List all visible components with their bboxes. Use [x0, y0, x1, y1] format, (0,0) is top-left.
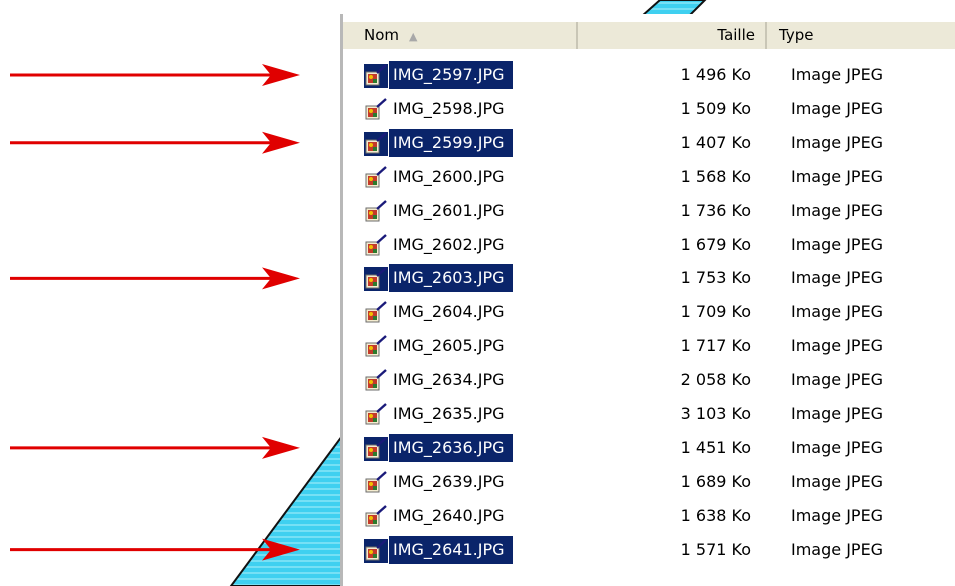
- file-type: Image JPEG: [791, 268, 884, 288]
- file-type: Image JPEG: [791, 234, 884, 254]
- file-size: 1 407 Ko: [680, 132, 751, 152]
- jpeg-file-icon: [364, 131, 388, 156]
- column-header-name[interactable]: Nom ▲: [343, 22, 578, 49]
- jpeg-file-icon: [364, 199, 388, 224]
- file-name[interactable]: IMG_2640.JPG: [389, 502, 513, 530]
- file-row[interactable]: IMG_2603.JPG 1 753 Ko Image JPEG: [343, 261, 955, 295]
- jpeg-file-icon: [364, 97, 388, 122]
- column-header-size-label: Taille: [717, 26, 755, 44]
- file-row[interactable]: IMG_2598.JPG 1 509 Ko Image JPEG: [343, 92, 955, 126]
- jpeg-file-icon: [364, 233, 388, 258]
- file-row[interactable]: IMG_2639.JPG 1 689 Ko Image JPEG: [343, 465, 955, 499]
- file-row[interactable]: IMG_2634.JPG 2 058 Ko Image JPEG: [343, 363, 955, 397]
- column-header-bar: Nom ▲ Taille Type: [343, 22, 955, 49]
- file-name[interactable]: IMG_2639.JPG: [389, 468, 513, 496]
- red-arrow: [10, 538, 300, 561]
- file-size: 1 451 Ko: [680, 437, 751, 457]
- file-name[interactable]: IMG_2597.JPG: [389, 61, 513, 89]
- file-type: Image JPEG: [791, 65, 884, 84]
- jpeg-file-icon: [364, 436, 388, 461]
- jpeg-file-icon: [364, 369, 388, 393]
- sort-ascending-icon: ▲: [409, 30, 418, 43]
- file-type: Image JPEG: [791, 336, 884, 356]
- file-type: Image JPEG: [791, 200, 884, 220]
- arrow-group: [10, 64, 300, 561]
- file-name[interactable]: IMG_2636.JPG: [389, 433, 513, 462]
- file-row[interactable]: IMG_2605.JPG 1 717 Ko Image JPEG: [343, 329, 955, 363]
- red-arrow: [10, 267, 300, 290]
- file-size: 1 568 Ko: [680, 166, 751, 186]
- red-arrow: [10, 436, 300, 459]
- column-header-name-label: Nom: [364, 26, 400, 44]
- file-type: Image JPEG: [791, 539, 884, 559]
- file-type: Image JPEG: [791, 437, 884, 457]
- file-name[interactable]: IMG_2605.JPG: [389, 332, 513, 360]
- file-row[interactable]: IMG_2641.JPG 1 571 Ko Image JPEG: [343, 533, 955, 567]
- file-row[interactable]: IMG_2599.JPG 1 407 Ko Image JPEG: [343, 126, 955, 160]
- file-size: 1 753 Ko: [680, 268, 751, 288]
- file-size: 2 058 Ko: [680, 370, 751, 390]
- file-type: Image JPEG: [791, 471, 884, 491]
- decorative-stripe: [229, 432, 343, 586]
- file-name[interactable]: IMG_2641.JPG: [389, 535, 513, 564]
- file-type: Image JPEG: [791, 132, 884, 152]
- file-size: 1 571 Ko: [680, 539, 751, 559]
- file-type: Image JPEG: [791, 370, 884, 390]
- jpeg-file-icon: [364, 403, 388, 427]
- file-name[interactable]: IMG_2598.JPG: [389, 95, 513, 123]
- file-name[interactable]: IMG_2635.JPG: [389, 400, 513, 428]
- file-row[interactable]: IMG_2640.JPG 1 638 Ko Image JPEG: [343, 499, 955, 533]
- file-type: Image JPEG: [791, 166, 884, 186]
- file-type: Image JPEG: [791, 302, 884, 322]
- file-size: 1 509 Ko: [680, 98, 751, 118]
- jpeg-file-icon: [364, 538, 388, 563]
- jpeg-file-icon: [364, 470, 388, 495]
- jpeg-file-icon: [364, 165, 388, 190]
- file-name[interactable]: IMG_2599.JPG: [389, 128, 513, 157]
- jpeg-file-icon: [364, 504, 388, 529]
- file-name[interactable]: IMG_2603.JPG: [389, 264, 513, 293]
- file-name[interactable]: IMG_2600.JPG: [389, 163, 513, 191]
- file-name[interactable]: IMG_2604.JPG: [389, 298, 513, 326]
- file-name[interactable]: IMG_2634.JPG: [389, 366, 513, 394]
- file-size: 1 689 Ko: [680, 471, 751, 491]
- file-size: 1 679 Ko: [680, 234, 751, 254]
- file-row[interactable]: IMG_2600.JPG 1 568 Ko Image JPEG: [343, 160, 955, 194]
- jpeg-file-icon: [364, 335, 388, 359]
- file-size: 1 709 Ko: [680, 302, 751, 322]
- file-size: 1 496 Ko: [680, 65, 751, 84]
- file-row[interactable]: IMG_2636.JPG 1 451 Ko Image JPEG: [343, 431, 955, 465]
- file-row[interactable]: IMG_2604.JPG 1 709 Ko Image JPEG: [343, 295, 955, 329]
- file-type: Image JPEG: [791, 404, 884, 423]
- file-size: 1 638 Ko: [680, 505, 751, 525]
- column-header-type[interactable]: Type: [769, 22, 955, 49]
- column-header-type-label: Type: [779, 26, 814, 44]
- file-row[interactable]: IMG_2635.JPG 3 103 Ko Image JPEG: [343, 397, 955, 431]
- file-row[interactable]: IMG_2601.JPG 1 736 Ko Image JPEG: [343, 194, 955, 228]
- red-arrow: [10, 64, 300, 86]
- jpeg-file-icon: [364, 301, 388, 325]
- file-name[interactable]: IMG_2601.JPG: [389, 197, 513, 225]
- file-row[interactable]: IMG_2597.JPG 1 496 Ko Image JPEG: [343, 58, 955, 92]
- file-name[interactable]: IMG_2602.JPG: [389, 231, 513, 259]
- file-list-pane: Nom ▲ Taille Type IMG_2597.JPG 1 496 Ko Ima…: [340, 14, 955, 586]
- file-size: 3 103 Ko: [680, 404, 751, 423]
- jpeg-file-icon: [364, 267, 388, 292]
- file-type: Image JPEG: [791, 98, 884, 118]
- red-arrow: [10, 131, 300, 154]
- column-header-size[interactable]: Taille: [580, 22, 767, 49]
- file-size: 1 717 Ko: [680, 336, 751, 356]
- file-size: 1 736 Ko: [680, 200, 751, 220]
- jpeg-file-icon: [364, 64, 388, 88]
- file-type: Image JPEG: [791, 505, 884, 525]
- file-row[interactable]: IMG_2602.JPG 1 679 Ko Image JPEG: [343, 228, 955, 262]
